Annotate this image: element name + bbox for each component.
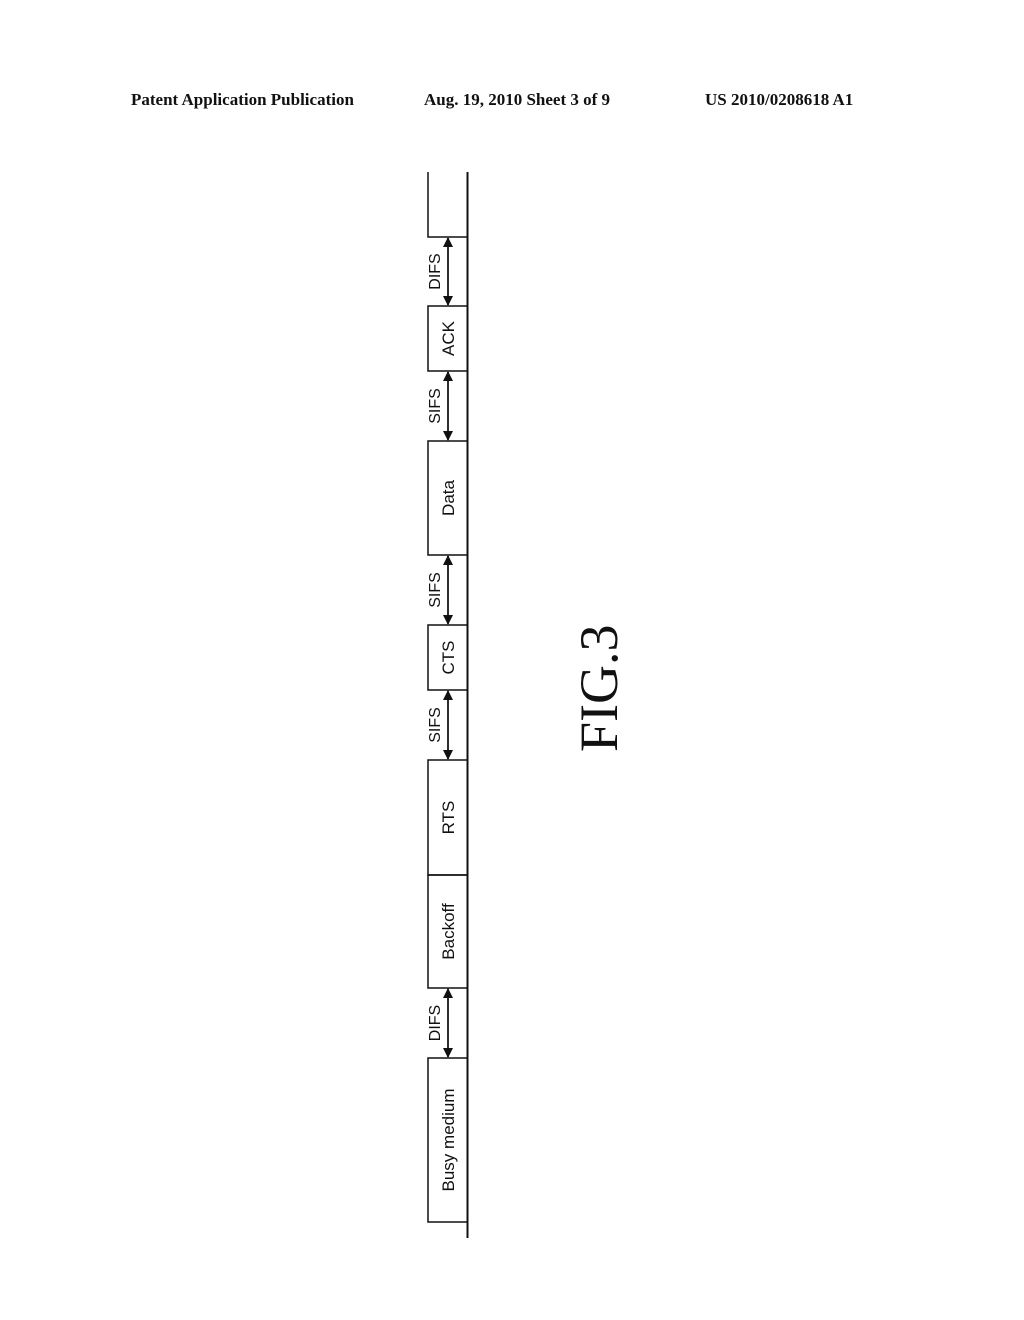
frame-label: Backoff (439, 903, 458, 960)
interframe-space-difs: DIFS (427, 237, 453, 306)
interframe-label: DIFS (427, 1005, 444, 1041)
interframe-space-sifs: SIFS (427, 690, 453, 760)
interframe-space-difs: DIFS (427, 988, 453, 1058)
interframe-space-sifs: SIFS (427, 371, 453, 441)
frame-ack: ACK (427, 305, 469, 372)
timing-diagram: Busy medium DIFS Backoff RTS SIFS CTS SIFS Data… (427, 172, 629, 1238)
frame-label: ACK (439, 320, 458, 356)
interframe-label: SIFS (427, 572, 444, 608)
interframe-label: SIFS (427, 707, 444, 743)
interframe-label: SIFS (427, 388, 444, 424)
interframe-label: DIFS (427, 253, 444, 289)
frame-rts: RTS (427, 759, 469, 876)
frame-label: CTS (439, 641, 458, 675)
frame-cts: CTS (427, 624, 469, 691)
figure-label: FIG.3 (569, 624, 629, 752)
frame-next-open (427, 172, 468, 238)
interframe-space-sifs: SIFS (427, 555, 453, 625)
frame-label: Data (439, 480, 458, 516)
frame-label: Busy medium (439, 1089, 458, 1192)
frame-data: Data (427, 440, 469, 556)
frame-busy-medium: Busy medium (427, 1057, 469, 1223)
frame-backoff: Backoff (427, 874, 469, 989)
frame-label: RTS (439, 801, 458, 835)
